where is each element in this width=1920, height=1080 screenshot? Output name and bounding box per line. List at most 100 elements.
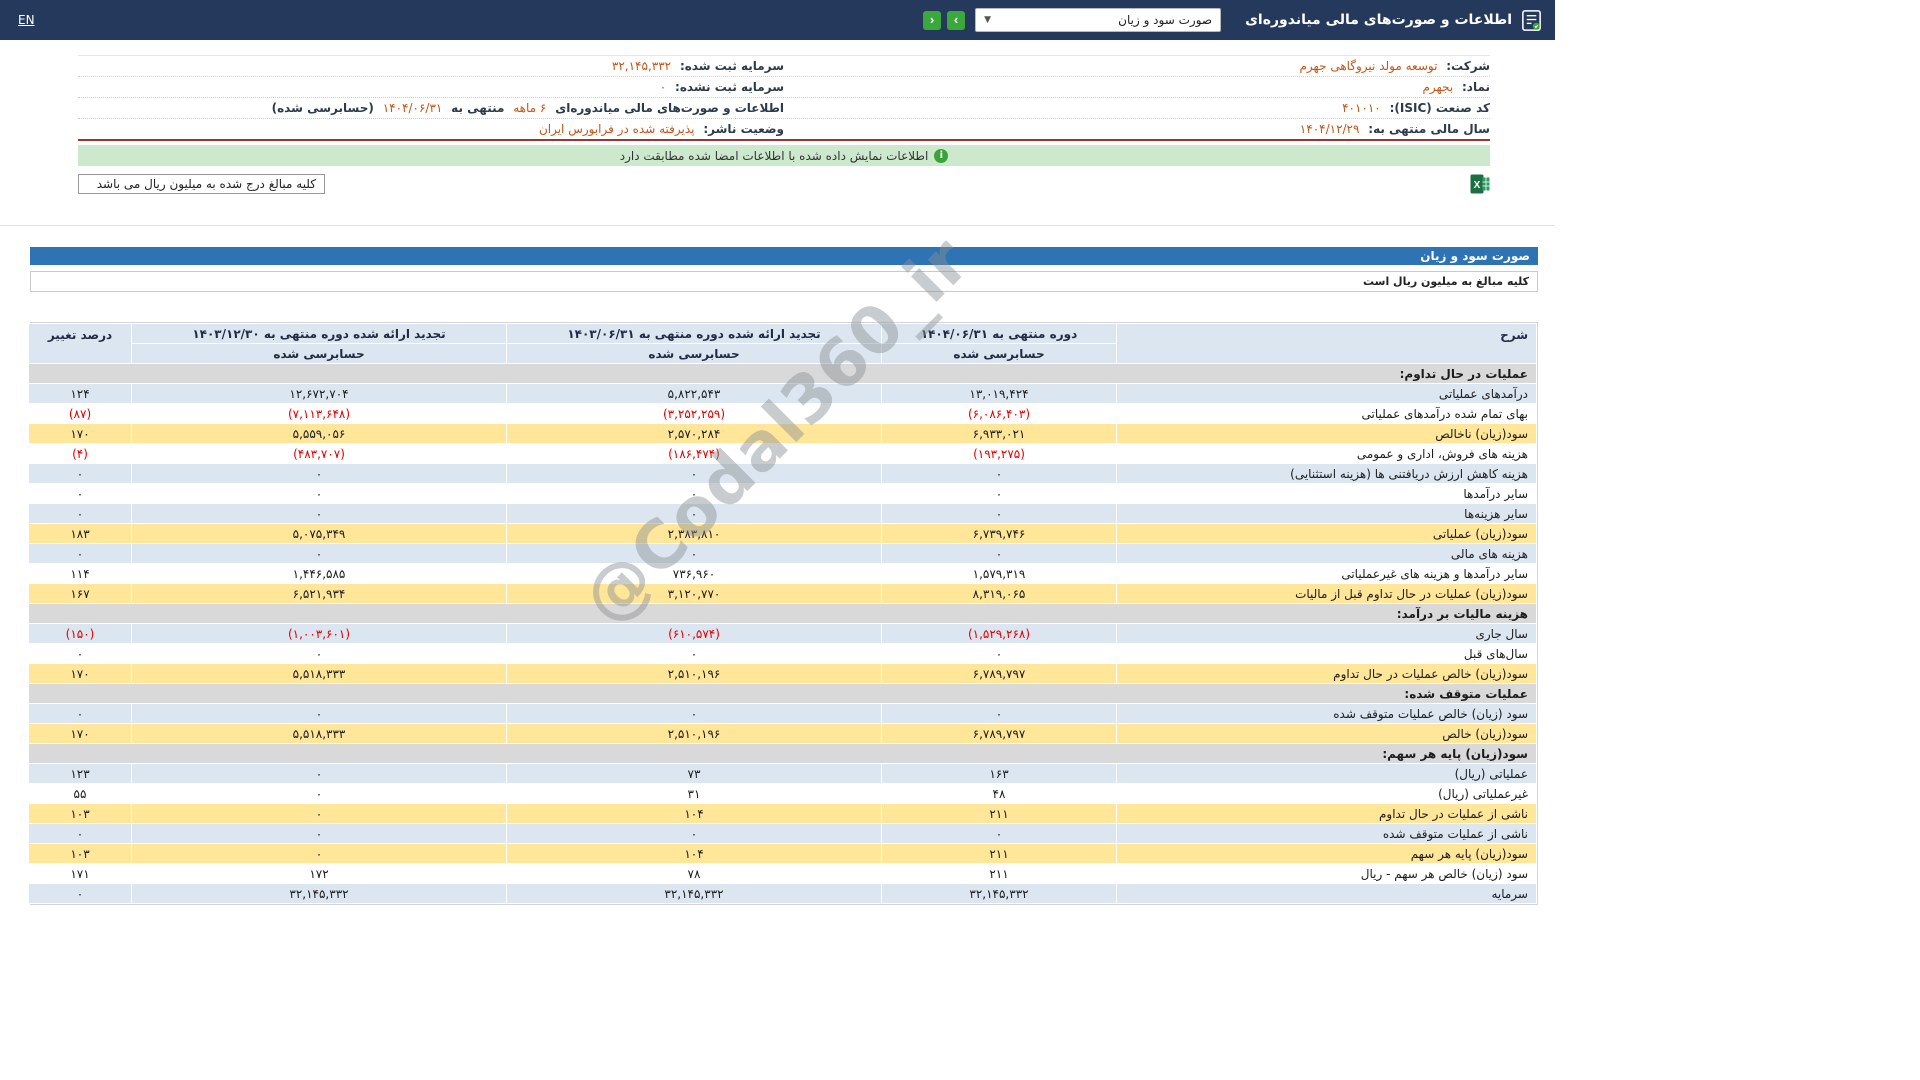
change-percent-cell: ۱۲۴ — [28, 383, 132, 404]
amount-cell: ۲,۵۷۰,۲۸۴ — [506, 423, 882, 444]
info-row-company: شرکت: توسعه مولد نیروگاهی جهرم سرمایه ثب… — [78, 56, 1490, 77]
section-label: سود(زیان) پایه هر سهم: — [28, 743, 1537, 764]
section-header-row: عملیات در حال تداوم: — [28, 363, 1537, 384]
statement-row: سال جاری (۱,۵۲۹,۲۶۸) (۶۱۰,۵۷۴) (۱,۰۰۳,۶۰۱)(… — [28, 623, 1537, 644]
row-label: عملیاتی (ریال) — [1116, 763, 1537, 784]
change-percent-cell: ۱۷۰ — [28, 723, 132, 744]
change-percent-cell: ۱۶۷ — [28, 583, 132, 604]
amount-cell: ۵,۵۱۸,۳۳۳ — [131, 663, 507, 684]
statement-row: سود(زیان) خالص عملیات در حال تداوم ۶,۷۸۹,… — [28, 663, 1537, 684]
amount-cell: ۰ — [131, 543, 507, 564]
statement-row: سود(زیان) عملیات در حال تداوم قبل از مال… — [28, 583, 1537, 604]
symbol-field: نماد: بجهرم — [784, 80, 1490, 94]
amount-cell: ۱,۴۴۶,۵۸۵ — [131, 563, 507, 584]
statement-select-value: صورت سود و زیان — [1118, 13, 1213, 27]
isic-label: کد صنعت (ISIC): — [1389, 101, 1490, 115]
row-label: سود(زیان) خالص عملیات در حال تداوم — [1116, 663, 1537, 684]
amount-cell: ۰ — [506, 483, 882, 504]
change-percent-cell: ۵۵ — [28, 783, 132, 804]
statement-row: درآمدهای عملیاتی ۱۳,۰۱۹,۴۲۴ ۵,۸۲۲,۵۴۳ ۱۲,۶۷… — [28, 383, 1537, 404]
company-field: شرکت: توسعه مولد نیروگاهی جهرم — [784, 59, 1491, 73]
registered-capital-field: سرمایه ثبت شده: ۳۲,۱۴۵,۳۳۲ — [78, 59, 784, 73]
row-label: سود(زیان) عملیاتی — [1116, 523, 1537, 544]
amount-cell: ۳۲,۱۴۵,۳۳۲ — [506, 883, 882, 904]
excel-export-icon[interactable]: X — [1470, 174, 1490, 194]
amount-cell: (۴۸۳,۷۰۷) — [131, 443, 507, 464]
statement-row: هزینه کاهش ارزش دریافتنی ها (هزینه استثن… — [28, 463, 1537, 484]
amount-cell: ۰ — [881, 463, 1117, 484]
amount-cell: ۰ — [506, 643, 882, 664]
amount-cell: ۰ — [131, 463, 507, 484]
company-info-panel: شرکت: توسعه مولد نیروگاهی جهرم سرمایه ثب… — [78, 55, 1490, 141]
amount-cell: ۵,۵۵۹,۰۵۶ — [131, 423, 507, 444]
change-percent-cell: ۱۲۳ — [28, 763, 132, 784]
section-header-row: عملیات متوقف شده: — [28, 683, 1537, 704]
statement-section: صورت سود و زیان کلیه مبالغ به میلیون ریا… — [28, 247, 1538, 905]
statement-row: عملیاتی (ریال) ۱۶۳ ۷۳ ۰ ۱۲۳ — [28, 763, 1537, 784]
change-percent-cell: ۰ — [28, 483, 132, 504]
symbol-label: نماد: — [1461, 80, 1490, 94]
amount-cell: ۳۲,۱۴۵,۳۳۲ — [131, 883, 507, 904]
amount-cell: ۰ — [881, 503, 1117, 524]
signature-banner-text: اطلاعات نمایش داده شده با اطلاعات امضا ش… — [619, 148, 929, 163]
change-percent-cell: ۱۸۳ — [28, 523, 132, 544]
isic-value: ۴۰۱۰۱۰ — [1342, 101, 1381, 115]
statement-row: سایر هزینه‌ها ۰ ۰ ۰ ۰ — [28, 503, 1537, 524]
amount-cell: ۸,۳۱۹,۰۶۵ — [881, 583, 1117, 604]
column-subheader-audited: حسابرسی شده — [881, 343, 1117, 364]
change-percent-cell: ۱۷۱ — [28, 863, 132, 884]
amount-cell: ۰ — [881, 643, 1117, 664]
unregistered-capital-field: سرمایه ثبت نشده: ۰ — [78, 80, 784, 94]
amount-cell: ۰ — [881, 823, 1117, 844]
amount-cell: ۶,۷۳۹,۷۴۶ — [881, 523, 1117, 544]
row-label: هزینه های مالی — [1116, 543, 1537, 564]
amount-cell: ۲۱۱ — [881, 843, 1117, 864]
statement-type-select[interactable]: صورت سود و زیان ▼ — [975, 8, 1222, 32]
amount-cell: ۰ — [131, 823, 507, 844]
amount-cell: (۶,۰۸۶,۴۰۳) — [881, 403, 1117, 424]
statement-row: سود (زیان) خالص هر سهم - ریال ۲۱۱ ۷۸ ۱۷۲ ۱۷۱ — [28, 863, 1537, 884]
amount-cell: ۰ — [131, 803, 507, 824]
statement-row: سود(زیان) عملیاتی ۶,۷۳۹,۷۴۶ ۲,۳۸۳,۸۱۰ ۵,۰۷۵… — [28, 523, 1537, 544]
amount-cell: ۲,۵۱۰,۱۹۶ — [506, 723, 882, 744]
amount-cell: ۰ — [506, 703, 882, 724]
info-row-symbol: نماد: بجهرم سرمایه ثبت نشده: ۰ — [78, 77, 1490, 98]
amount-cell: ۱۶۳ — [881, 763, 1117, 784]
statement-row: سرمایه ۳۲,۱۴۵,۳۳۲ ۳۲,۱۴۵,۳۳۲ ۳۲,۱۴۵,۳۳۲ ۰ — [28, 883, 1537, 904]
info-icon: i — [934, 148, 949, 163]
publisher-status-label: وضعیت ناشر: — [703, 122, 784, 136]
tools-row: X کلیه مبالغ درج شده به میلیون ریال می ب… — [78, 174, 1490, 194]
codal-logo-icon — [1520, 9, 1543, 32]
next-statement-button[interactable]: › — [947, 10, 966, 30]
statement-row: سود(زیان) ناخالص ۶,۹۳۳,۰۲۱ ۲,۵۷۰,۲۸۴ ۵,۵۵۹,… — [28, 423, 1537, 444]
app-header: اطلاعات و صورت‌های مالی میاندوره‌ای صورت… — [0, 0, 1555, 40]
row-label: غیرعملیاتی (ریال) — [1116, 783, 1537, 804]
amount-cell: ۵,۸۲۲,۵۴۳ — [506, 383, 882, 404]
row-label: بهای تمام شده درآمدهای عملیاتی — [1116, 403, 1537, 424]
row-label: سود (زیان) خالص هر سهم - ریال — [1116, 863, 1537, 884]
amount-cell: ۱۳,۰۱۹,۴۲۴ — [881, 383, 1117, 404]
amount-cell: ۷۳۶,۹۶۰ — [506, 563, 882, 584]
row-label: سود(زیان) خالص — [1116, 723, 1537, 744]
column-header-restated-midyear: تجدید ارائه شده دوره منتهی به ۱۴۰۳/۰۶/۳۱ — [506, 323, 882, 344]
previous-statement-button[interactable]: ‹ — [923, 10, 942, 30]
unregistered-capital-label: سرمایه ثبت نشده: — [675, 80, 784, 94]
amount-cell: ۷۳ — [506, 763, 882, 784]
amount-cell: ۳۱ — [506, 783, 882, 804]
row-label: سرمایه — [1116, 883, 1537, 904]
svg-text:X: X — [1474, 180, 1481, 191]
statement-row: ناشی از عملیات در حال تداوم ۲۱۱ ۱۰۴ ۰ ۱۰۳ — [28, 803, 1537, 824]
change-percent-cell: (۴) — [28, 443, 132, 464]
statement-title-bar: صورت سود و زیان — [30, 247, 1538, 265]
amount-cell: ۶,۹۳۳,۰۲۱ — [881, 423, 1117, 444]
change-percent-cell: ۱۷۰ — [28, 423, 132, 444]
statement-table-body: عملیات در حال تداوم: درآمدهای عملیاتی ۱۳,۰… — [28, 363, 1537, 904]
change-percent-cell: ۰ — [28, 543, 132, 564]
amount-cell: ۰ — [881, 483, 1117, 504]
report-period-field: اطلاعات و صورت‌های مالی میاندوره‌ای ۶ ما… — [78, 101, 784, 115]
amount-cell: ۰ — [506, 543, 882, 564]
amount-cell: ۱۰۴ — [506, 843, 882, 864]
fiscal-year-label: سال مالی منتهی به: — [1368, 122, 1490, 136]
amount-cell: ۰ — [506, 823, 882, 844]
english-language-link[interactable]: EN — [18, 13, 35, 27]
